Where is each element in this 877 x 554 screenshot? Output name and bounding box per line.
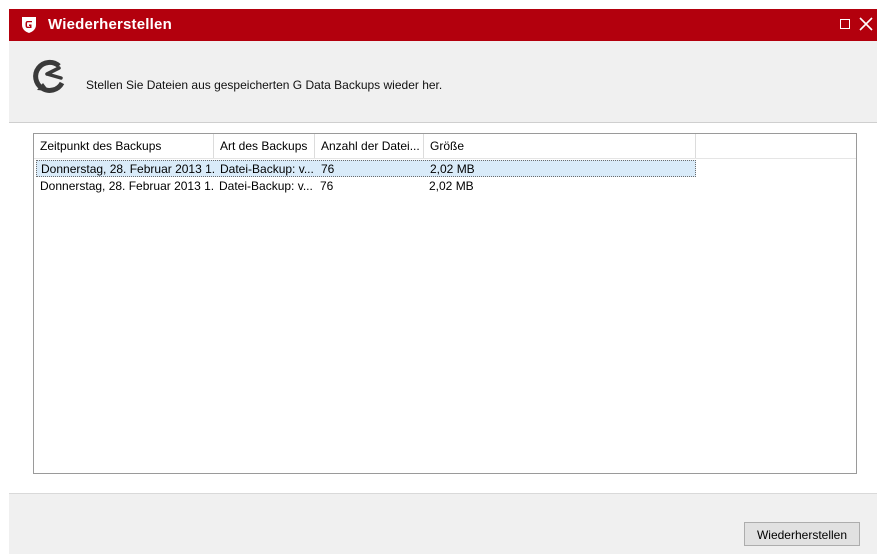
list-header: Zeitpunkt des Backups Art des Backups An… (34, 134, 856, 159)
cell-count: 76 (321, 162, 335, 176)
column-header-count[interactable]: Anzahl der Datei... (315, 134, 424, 158)
table-row[interactable]: Donnerstag, 28. Februar 2013 1... Datei-… (36, 160, 696, 177)
close-icon[interactable] (858, 16, 874, 32)
title-bar[interactable]: Wiederherstellen (9, 9, 877, 41)
cell-size: 2,02 MB (430, 162, 475, 176)
column-header-time[interactable]: Zeitpunkt des Backups (34, 134, 214, 158)
backup-list[interactable]: Zeitpunkt des Backups Art des Backups An… (33, 133, 857, 474)
header-description: Stellen Sie Dateien aus gespeicherten G … (86, 78, 443, 92)
cell-size: 2,02 MB (429, 179, 474, 193)
gdata-shield-icon (22, 17, 36, 33)
column-header-size[interactable]: Größe (424, 134, 696, 158)
header-panel: Stellen Sie Dateien aus gespeicherten G … (9, 41, 877, 123)
footer-bar: Wiederherstellen (9, 494, 877, 554)
restore-button[interactable]: Wiederherstellen (744, 522, 860, 546)
cell-time: Donnerstag, 28. Februar 2013 1... (40, 179, 214, 193)
restore-dialog: Wiederherstellen Stellen Sie Dateien aus… (9, 9, 877, 554)
maximize-icon[interactable] (840, 19, 850, 29)
cell-type: Datei-Backup: v... (220, 162, 314, 176)
column-header-type[interactable]: Art des Backups (214, 134, 315, 158)
cell-count: 76 (320, 179, 334, 193)
content-area: Zeitpunkt des Backups Art des Backups An… (9, 123, 877, 494)
cell-time: Donnerstag, 28. Februar 2013 1... (41, 162, 215, 176)
restore-arrow-icon (33, 59, 65, 93)
table-row[interactable]: Donnerstag, 28. Februar 2013 1... Datei-… (36, 178, 696, 195)
window-title: Wiederherstellen (48, 16, 172, 33)
cell-type: Datei-Backup: v... (219, 179, 313, 193)
